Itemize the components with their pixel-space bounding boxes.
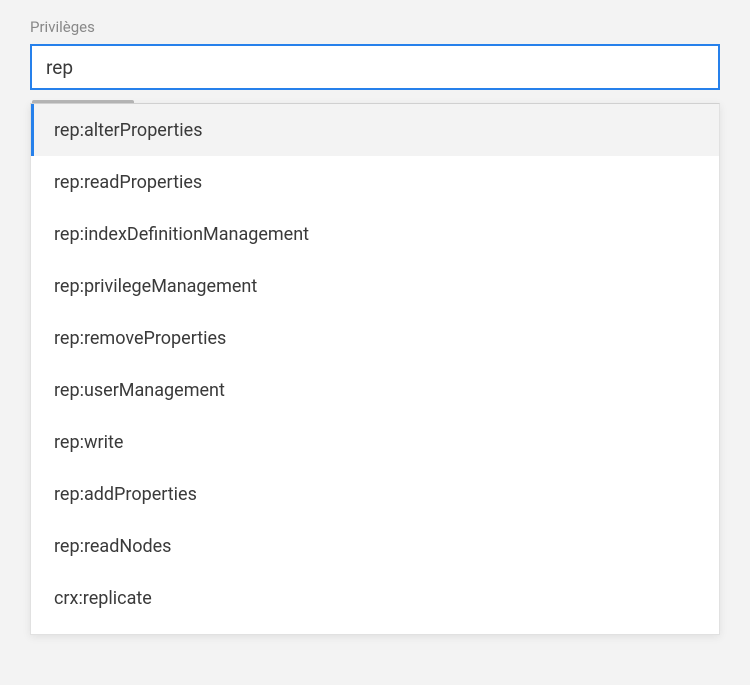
dropdown-item[interactable]: rep:alterProperties <box>31 104 719 156</box>
dropdown-item[interactable]: rep:addProperties <box>31 468 719 520</box>
dropdown-item[interactable]: rep:readNodes <box>31 520 719 572</box>
dropdown-item[interactable]: crx:replicate <box>31 572 719 624</box>
dropdown-item[interactable]: rep:userManagement <box>31 364 719 416</box>
dropdown-item[interactable]: rep:privilegeManagement <box>31 260 719 312</box>
dropdown-item[interactable]: rep:readProperties <box>31 156 719 208</box>
dropdown-item[interactable]: rep:indexDefinitionManagement <box>31 208 719 260</box>
input-wrapper <box>30 44 720 90</box>
privilege-input[interactable] <box>30 44 720 90</box>
field-label: Privilèges <box>30 18 720 36</box>
dropdown-item[interactable]: rep:write <box>31 416 719 468</box>
dropdown-item[interactable]: rep:removeProperties <box>31 312 719 364</box>
autocomplete-dropdown: rep:alterPropertiesrep:readPropertiesrep… <box>30 103 720 635</box>
